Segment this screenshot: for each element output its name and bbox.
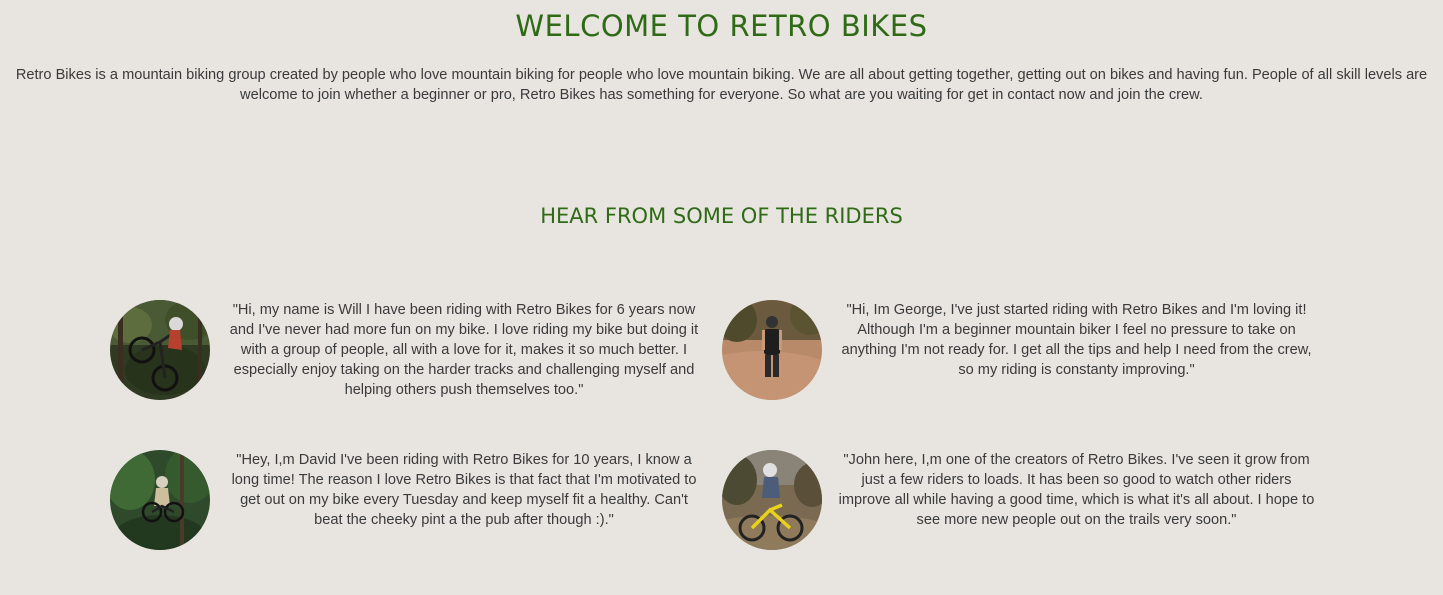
rider-jumping-in-forest-photo <box>110 300 210 400</box>
rider-airborne-among-trees-photo <box>110 450 210 550</box>
rider-avatar-will <box>110 300 210 400</box>
testimonial-quote-david: "Hey, I,m David I've been riding with Re… <box>231 452 697 528</box>
riders-section-title: HEAR FROM SOME OF THE RIDERS <box>540 204 903 228</box>
rider-standing-on-dirt-trail-photo <box>722 300 822 400</box>
testimonial-john: "John here, I,m one of the creators of R… <box>722 450 1322 552</box>
rider-avatar-david <box>110 450 210 550</box>
testimonial-david: "Hey, I,m David I've been riding with Re… <box>110 450 710 552</box>
testimonial-quote-john: "John here, I,m one of the creators of R… <box>838 452 1315 528</box>
testimonial-will: "Hi, my name is Will I have been riding … <box>110 300 710 402</box>
intro-paragraph: Retro Bikes is a mountain biking group c… <box>15 67 1428 103</box>
page-title: WELCOME TO RETRO BIKES <box>515 9 928 43</box>
rider-on-yellow-bike-photo <box>722 450 822 550</box>
rider-avatar-john <box>722 450 822 550</box>
rider-avatar-george <box>722 300 822 400</box>
testimonial-quote-will: "Hi, my name is Will I have been riding … <box>229 302 699 398</box>
testimonial-quote-george: "Hi, Im George, I've just started riding… <box>841 302 1312 378</box>
testimonial-george: "Hi, Im George, I've just started riding… <box>722 300 1322 402</box>
